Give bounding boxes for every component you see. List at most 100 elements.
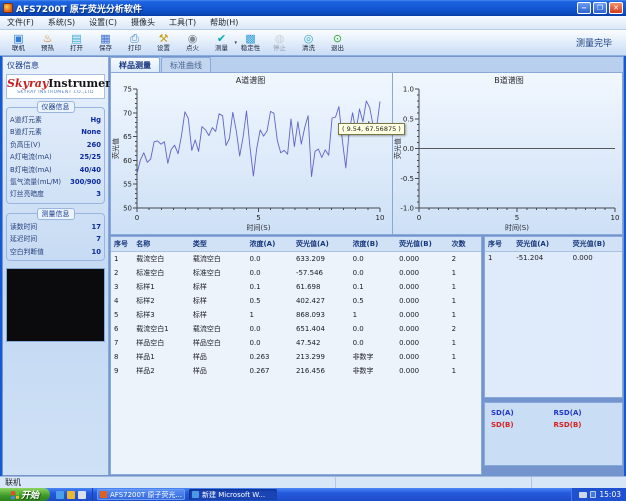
cell-name: 标样3 bbox=[133, 308, 190, 322]
title-bar: AFS7200T 原子荧光分析软件 − ❐ ✕ bbox=[0, 0, 626, 16]
table-row[interactable]: 4标样2标样0.5402.4270.50.0001 bbox=[111, 294, 481, 308]
toolbar-clean-button[interactable]: ◎清洗 bbox=[294, 33, 323, 52]
menu-item-settings[interactable]: 设置(C) bbox=[82, 17, 124, 28]
stop-icon: ◍ bbox=[275, 33, 285, 44]
quick-launch-icon-2[interactable] bbox=[67, 491, 75, 499]
cell-concA: 1 bbox=[246, 308, 293, 322]
info-row: 灯丝亮暗度3 bbox=[10, 188, 101, 200]
taskbar-task-1[interactable]: 新建 Microsoft W... bbox=[189, 489, 277, 500]
cell-type: 载流空白 bbox=[190, 252, 247, 267]
cell-concB: 1 bbox=[350, 308, 397, 322]
toolbar-stop-label: 停止 bbox=[273, 44, 286, 52]
toolbar-connect-button[interactable]: ▣联机 bbox=[4, 33, 33, 52]
table-row[interactable]: 1载流空白载流空白0.0633.2090.00.0002 bbox=[111, 252, 481, 267]
field-value: 300/900 bbox=[70, 176, 101, 188]
readings-column-header[interactable]: 荧光值(A) bbox=[513, 237, 569, 252]
toolbar-print-label: 打印 bbox=[128, 44, 141, 52]
field-label: 延迟时间 bbox=[10, 233, 37, 245]
cell-fluorA: -57.546 bbox=[293, 266, 350, 280]
table-row[interactable]: 5标样3标样1868.09310.0001 bbox=[111, 308, 481, 322]
readings-column-header[interactable]: 荧光值(B) bbox=[570, 237, 622, 252]
quick-launch-icon-1[interactable] bbox=[56, 491, 64, 499]
table-row[interactable]: 9样品2样品0.267216.456非数字0.0001 bbox=[111, 364, 481, 378]
cell-no: 1 bbox=[111, 252, 133, 267]
results-column-header[interactable]: 序号 bbox=[111, 237, 133, 252]
table-row[interactable]: 2标准空白标准空白0.0-57.5460.00.0001 bbox=[111, 266, 481, 280]
menu-item-system[interactable]: 系统(S) bbox=[41, 17, 82, 28]
field-label: 空白判断值 bbox=[10, 246, 44, 258]
table-row[interactable]: 6载流空白1载流空白0.0651.4040.00.0002 bbox=[111, 322, 481, 336]
results-column-header[interactable]: 浓度(B) bbox=[350, 237, 397, 252]
chart-value-tooltip: ( 9.54, 67.56875 ) bbox=[338, 123, 405, 135]
field-value: 40/40 bbox=[80, 164, 101, 176]
chart-b-plot[interactable]: B道谱图时间(S)荧光值-1.0-0.50.00.51.00510 bbox=[393, 73, 625, 234]
cell-fluorB: 0.000 bbox=[396, 294, 449, 308]
results-column-header[interactable]: 名称 bbox=[133, 237, 190, 252]
table-row[interactable]: 3标样1标样0.161.6980.10.0001 bbox=[111, 280, 481, 294]
svg-text:55: 55 bbox=[123, 181, 132, 189]
toolbar-ignite-button[interactable]: ◉点火 bbox=[178, 33, 207, 52]
menu-item-tools[interactable]: 工具(T) bbox=[162, 17, 203, 28]
results-table-panel: 序号名称类型浓度(A)荧光值(A)浓度(B)荧光值(B)次数 1载流空白载流空白… bbox=[110, 236, 482, 475]
close-button[interactable]: ✕ bbox=[609, 2, 623, 14]
chart-b-channel[interactable]: B道谱图时间(S)荧光值-1.0-0.50.00.51.00510 bbox=[393, 73, 622, 234]
tab-standard-curve[interactable]: 标准曲线 bbox=[161, 57, 211, 72]
results-column-header[interactable]: 荧光值(A) bbox=[293, 237, 350, 252]
toolbar-measure-button[interactable]: ✔测量▾ bbox=[207, 33, 236, 52]
connection-status: 联机 bbox=[5, 477, 21, 488]
menu-bar: 文件(F)系统(S)设置(C)摄像头工具(T)帮助(H) bbox=[0, 16, 626, 30]
results-column-header[interactable]: 浓度(A) bbox=[246, 237, 293, 252]
cell-name: 标样1 bbox=[133, 280, 190, 294]
toolbar-save-button[interactable]: ▦保存 bbox=[91, 33, 120, 52]
cell-no: 6 bbox=[111, 322, 133, 336]
toolbar-open-button[interactable]: ▤打开 bbox=[62, 33, 91, 52]
cell-concB: 0.0 bbox=[350, 322, 397, 336]
toolbar-preheat-button[interactable]: ♨预热 bbox=[33, 33, 62, 52]
field-label: A道灯元素 bbox=[10, 114, 42, 126]
toolbar-print-button[interactable]: ⎙打印 bbox=[120, 33, 149, 52]
chart-a-channel[interactable]: A道谱图时间(S)荧光值5055606570750510 bbox=[111, 73, 393, 234]
cell-fluorB: 0.000 bbox=[396, 280, 449, 294]
table-row[interactable]: 7样品空白样品空白0.047.5420.00.0001 bbox=[111, 336, 481, 350]
readings-column-header[interactable]: 序号 bbox=[485, 237, 513, 252]
taskbar-clock: 15:03 bbox=[599, 490, 621, 499]
info-row: B道灯元素None bbox=[10, 126, 101, 138]
maximize-button[interactable]: ❐ bbox=[593, 2, 607, 14]
tray-volume-icon[interactable] bbox=[590, 491, 596, 498]
taskbar-task-0[interactable]: AFS7200T 原子荧光... bbox=[97, 489, 185, 500]
app-window: AFS7200T 原子荧光分析软件 − ❐ ✕ 文件(F)系统(S)设置(C)摄… bbox=[0, 0, 626, 501]
cell-times: 1 bbox=[449, 280, 481, 294]
results-column-header[interactable]: 荧光值(B) bbox=[396, 237, 449, 252]
menu-item-camera[interactable]: 摄像头 bbox=[124, 17, 162, 28]
toolbar-measure-label: 测量 bbox=[215, 44, 228, 52]
svg-text:10: 10 bbox=[376, 214, 385, 222]
menu-item-file[interactable]: 文件(F) bbox=[0, 17, 41, 28]
results-column-header[interactable]: 次数 bbox=[449, 237, 481, 252]
menu-item-help[interactable]: 帮助(H) bbox=[203, 17, 245, 28]
exit-icon: ⊙ bbox=[333, 33, 342, 44]
svg-text:60: 60 bbox=[123, 157, 132, 165]
toolbar-settings-button[interactable]: ⚒设置 bbox=[149, 33, 178, 52]
toolbar-stability-button[interactable]: ▩稳定性 bbox=[236, 33, 265, 52]
minimize-button[interactable]: − bbox=[577, 2, 591, 14]
table-row[interactable]: 8样品1样品0.263213.299非数字0.0001 bbox=[111, 350, 481, 364]
system-tray: 15:03 bbox=[571, 488, 626, 501]
stat-label-rsdb: RSD(B) bbox=[554, 421, 617, 429]
svg-text:A道谱图: A道谱图 bbox=[236, 75, 265, 85]
svg-text:75: 75 bbox=[123, 86, 132, 94]
toolbar-exit-button[interactable]: ⊙退出 bbox=[323, 33, 352, 52]
chart-a-plot[interactable]: A道谱图时间(S)荧光值5055606570750510 bbox=[111, 73, 390, 234]
results-table: 序号名称类型浓度(A)荧光值(A)浓度(B)荧光值(B)次数 1载流空白载流空白… bbox=[111, 237, 481, 378]
cell-type: 标准空白 bbox=[190, 266, 247, 280]
svg-text:50: 50 bbox=[123, 205, 132, 213]
cell-times: 1 bbox=[449, 364, 481, 378]
svg-text:70: 70 bbox=[123, 109, 132, 117]
table-row[interactable]: 1-51.2040.000 bbox=[485, 252, 622, 265]
tab-sample-measurement[interactable]: 样品测量 bbox=[110, 57, 160, 72]
results-column-header[interactable]: 类型 bbox=[190, 237, 247, 252]
preheat-icon: ♨ bbox=[43, 33, 53, 44]
tray-device-icon[interactable] bbox=[579, 492, 587, 498]
field-value: 260 bbox=[87, 139, 101, 151]
start-button[interactable]: 开始 bbox=[0, 488, 50, 501]
quick-launch-icon-3[interactable] bbox=[78, 491, 86, 499]
